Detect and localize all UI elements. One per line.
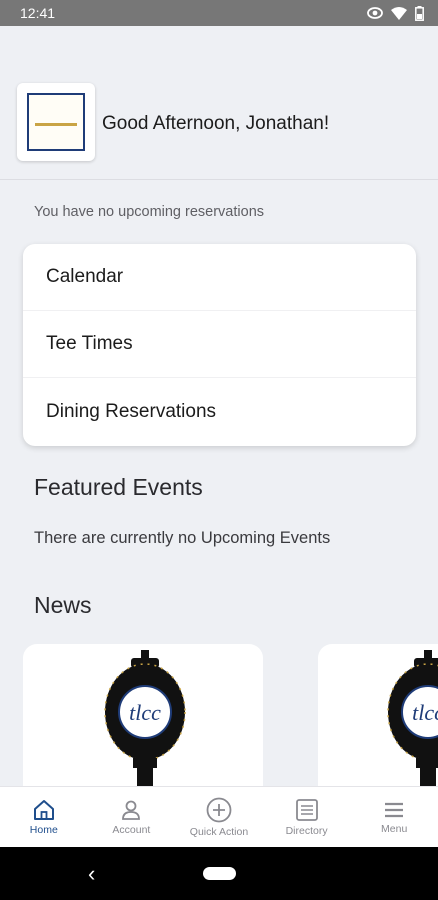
svg-text:tlcc: tlcc (129, 700, 161, 725)
no-reservations-text: You have no upcoming reservations (34, 204, 265, 220)
status-icons (367, 5, 424, 21)
home-icon (32, 799, 56, 821)
greeting-text: Good Afternoon, Jonathan! (102, 113, 330, 134)
news-card[interactable]: tlcc (318, 644, 438, 804)
news-title: News (34, 592, 92, 618)
club-logo (17, 83, 95, 161)
hamburger-icon (383, 800, 405, 820)
lamp-post-image: tlcc (387, 650, 438, 804)
status-time: 12:41 (20, 5, 56, 21)
quick-link-tee-times[interactable]: Tee Times (23, 311, 416, 378)
nav-quick-action[interactable]: Quick Action (175, 787, 263, 847)
news-card[interactable]: tlcc (23, 644, 263, 804)
nav-directory[interactable]: Directory (263, 787, 351, 847)
nav-account-label: Account (112, 823, 151, 836)
nav-home[interactable]: Home (0, 787, 88, 847)
home-pill-icon[interactable] (203, 867, 236, 880)
nav-directory-label: Directory (285, 824, 328, 837)
nav-home-label: Home (29, 823, 58, 836)
quick-link-dining-reservations[interactable]: Dining Reservations (23, 378, 416, 445)
lamp-post-image: tlcc (104, 650, 186, 804)
nav-account[interactable]: Account (88, 787, 176, 847)
no-events-text: There are currently no Upcoming Events (34, 529, 331, 547)
quick-link-calendar[interactable]: Calendar (23, 244, 416, 311)
svg-text:tlcc: tlcc (412, 700, 438, 725)
home-header: Good Afternoon, Jonathan! (0, 26, 438, 180)
battery-icon (415, 5, 424, 21)
person-icon (120, 799, 142, 821)
logo-bar (35, 123, 77, 126)
featured-events-title: Featured Events (34, 474, 203, 500)
nav-quick-action-label: Quick Action (189, 825, 249, 838)
club-logo-mark (27, 93, 85, 151)
status-bar: 12:41 (0, 0, 438, 26)
wifi-icon (391, 6, 407, 20)
plus-circle-icon (206, 797, 232, 823)
back-chevron-icon[interactable]: ‹ (88, 861, 95, 887)
system-nav-bar: ‹ (0, 847, 438, 900)
list-icon (295, 798, 319, 822)
eye-icon (367, 7, 383, 19)
quick-links-card: Calendar Tee Times Dining Reservations (23, 244, 416, 446)
nav-menu[interactable]: Menu (350, 787, 438, 847)
nav-menu-label: Menu (381, 822, 408, 835)
bottom-nav: Home Account Quick Action Directory Menu (0, 786, 438, 847)
